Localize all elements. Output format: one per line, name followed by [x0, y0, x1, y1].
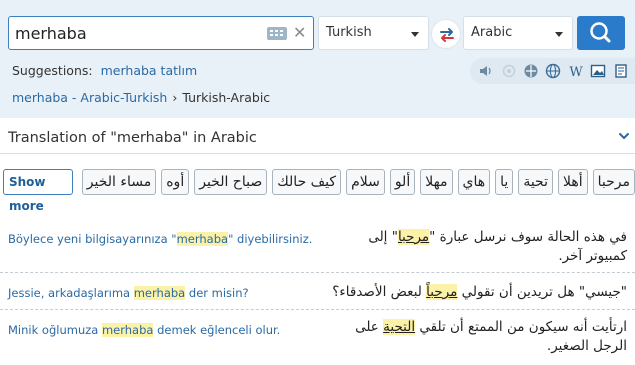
translation-chip[interactable]: أوه — [161, 169, 190, 195]
chevron-down-icon — [555, 32, 563, 37]
translation-chip[interactable]: هاي — [457, 169, 491, 195]
search-box: ✕ — [8, 16, 314, 50]
example-source: Minik oğlumuza merhaba demek eğlenceli o… — [8, 323, 280, 337]
tool-icons-bar: W — [470, 58, 635, 84]
example-target: ارتأيت أنه سيكون من الممتع أن تلقي التحي… — [327, 318, 627, 356]
example-source-text: Jessie, arkadaşlarıma — [8, 286, 134, 300]
translation-chip[interactable]: سلام — [346, 169, 385, 195]
clear-icon[interactable]: ✕ — [293, 22, 306, 44]
example-target-highlight: مرحبا — [397, 229, 430, 245]
example-source: Böylece yeni bilgisayarınıza "merhaba" d… — [8, 232, 312, 246]
translation-chip[interactable]: صباح الخير — [194, 169, 268, 195]
example-target-highlight: التحية — [383, 319, 416, 335]
example-target-text: "جيسي" هل تريدين أن تقولي — [457, 284, 627, 300]
example-source-text: demek eğlenceli olur. — [153, 323, 281, 337]
breadcrumb: merhaba - Arabic-Turkish › Turkish-Arabic — [12, 90, 270, 105]
example-source-text: Böylece yeni bilgisayarınıza " — [8, 232, 177, 246]
translation-chip[interactable]: تحية — [518, 169, 553, 195]
search-input[interactable] — [15, 22, 265, 44]
translation-chip[interactable]: مساء الخير — [81, 169, 157, 195]
translation-chip[interactable]: كيف حالك — [272, 169, 342, 195]
search-button[interactable] — [577, 16, 625, 50]
translation-title: Translation of "merhaba" in Arabic — [8, 130, 257, 146]
suggestions: Suggestions: merhaba tatlım — [12, 63, 197, 78]
suggestion-link[interactable]: merhaba tatlım — [101, 63, 198, 78]
example-target-text: في هذه الحالة سوف نرسل عبارة " — [429, 229, 627, 245]
wikipedia-icon[interactable]: W — [568, 63, 584, 79]
example-target-text: ارتأيت أنه سيكون من الممتع أن تلقي — [415, 319, 627, 335]
suggestions-label: Suggestions: — [12, 63, 93, 78]
search-header: ✕ Turkish Arabic Suggestions: merhaba tat… — [0, 0, 635, 118]
example-source-text: der misin? — [185, 286, 249, 300]
chevron-down-icon — [411, 32, 419, 37]
svg-text:W: W — [569, 65, 583, 79]
example-source-text: " diyebilirsiniz. — [228, 232, 313, 246]
divider — [0, 153, 635, 154]
grid-icon[interactable] — [523, 63, 539, 79]
source-language-select[interactable]: Turkish — [318, 16, 429, 50]
translation-chips: Show more مساء الخير أوه صباح الخير كيف … — [0, 169, 635, 213]
chevron-down-icon[interactable] — [618, 130, 630, 142]
translation-chip[interactable]: مهلا — [420, 169, 453, 195]
example-source-highlight: merhaba — [101, 323, 154, 337]
search-icon — [590, 22, 611, 43]
example-target-text: لبعض الأصدقاء؟ — [332, 284, 427, 300]
example-source-highlight: merhaba — [176, 232, 229, 246]
target-language-select[interactable]: Arabic — [463, 16, 573, 50]
source-language-value: Turkish — [326, 25, 372, 40]
circle-icon[interactable] — [501, 63, 517, 79]
translation-chip[interactable]: أهلا — [557, 169, 588, 195]
divider — [0, 272, 635, 273]
keyboard-icon[interactable] — [267, 27, 287, 40]
translation-chip[interactable]: يا — [495, 169, 514, 195]
example-source-text: Minik oğlumuza — [8, 323, 102, 337]
example-target: "جيسي" هل تريدين أن تقولي مرحباً لبعض ال… — [327, 283, 627, 302]
breadcrumb-current: Turkish-Arabic — [182, 90, 271, 105]
globe-icon[interactable] — [545, 63, 561, 79]
target-language-value: Arabic — [471, 25, 513, 40]
example-target-highlight: مرحباً — [426, 284, 458, 300]
speaker-icon[interactable] — [478, 63, 494, 79]
divider — [0, 309, 635, 310]
example-target: في هذه الحالة سوف نرسل عبارة "مرحبا" إلى… — [327, 228, 627, 266]
example-source-highlight: merhaba — [133, 286, 186, 300]
breadcrumb-separator: › — [172, 90, 178, 105]
translation-chip[interactable]: ألو — [389, 169, 416, 195]
swap-arrows-icon — [440, 28, 454, 42]
translation-chip[interactable]: مرحبا — [592, 169, 635, 195]
example-source: Jessie, arkadaşlarıma merhaba der misin? — [8, 286, 249, 300]
image-icon[interactable] — [590, 63, 606, 79]
breadcrumb-link[interactable]: merhaba - Arabic-Turkish — [12, 90, 167, 105]
show-more-button[interactable]: Show more — [3, 169, 73, 213]
swap-languages-button[interactable] — [431, 19, 461, 49]
book-icon[interactable] — [613, 63, 629, 79]
